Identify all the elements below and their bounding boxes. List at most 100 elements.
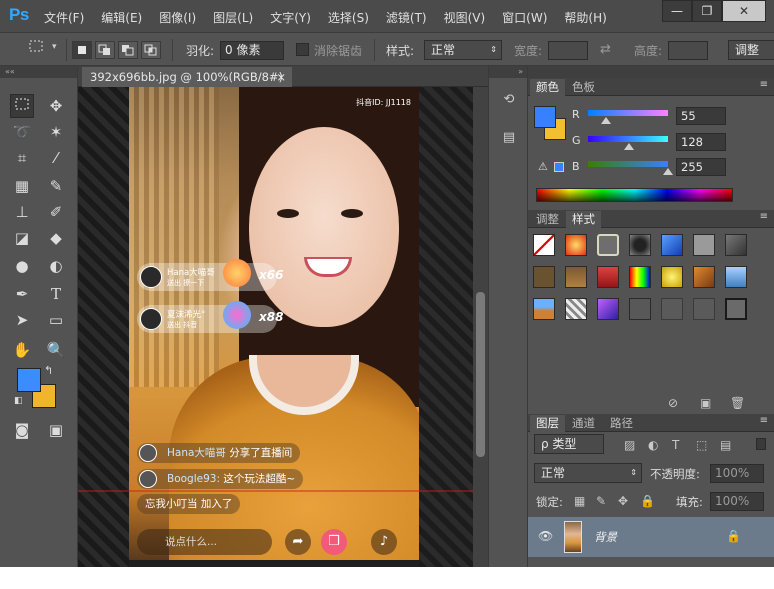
strip-collapse-icon[interactable]: » [489, 66, 527, 78]
tab-close-icon[interactable]: × [276, 67, 286, 87]
lock-transparency-icon[interactable]: ▦ [574, 494, 585, 508]
r-slider[interactable] [588, 110, 668, 116]
foreground-color-swatch[interactable] [17, 368, 41, 392]
screen-mode-icon[interactable]: ▣ [44, 418, 68, 442]
style-select[interactable]: 正常 ⇕ [424, 40, 502, 60]
add-selection-mode-button[interactable] [95, 41, 115, 59]
menu-view[interactable]: 视图(V) [444, 9, 486, 26]
style-swatch[interactable] [661, 266, 683, 288]
g-slider[interactable] [588, 136, 668, 142]
b-value-input[interactable]: 255 [676, 158, 726, 176]
lock-all-icon[interactable]: 🔒 [640, 494, 655, 508]
new-style-icon[interactable]: ▣ [700, 396, 711, 410]
g-value-input[interactable]: 128 [676, 133, 726, 151]
layer-row-background[interactable]: 👁 背景 🔒 [528, 517, 774, 557]
style-swatch[interactable] [533, 266, 555, 288]
antialias-checkbox[interactable] [296, 43, 309, 56]
menu-filter[interactable]: 滤镜(T) [386, 9, 427, 26]
b-slider-knob[interactable] [663, 168, 673, 175]
zoom-tool-icon[interactable]: 🔍 [44, 338, 68, 362]
restore-button[interactable]: ❐ [692, 0, 722, 22]
filter-type-icon[interactable]: T [672, 438, 679, 452]
crop-tool-icon[interactable]: ⌗ [10, 146, 34, 170]
tab-styles[interactable]: 样式 [566, 211, 601, 228]
blend-mode-select[interactable]: 正常 ⇕ [534, 463, 642, 483]
opacity-input[interactable]: 100% [710, 464, 764, 483]
close-button[interactable]: ✕ [722, 0, 766, 22]
eyedropper-tool-icon[interactable]: ⁄ [44, 146, 68, 170]
refine-edge-button[interactable]: 调整 [728, 40, 774, 60]
menu-window[interactable]: 窗口(W) [502, 9, 547, 26]
visibility-eye-icon[interactable]: 👁 [538, 529, 553, 543]
swap-dimensions-icon[interactable]: ⇄ [600, 42, 611, 57]
height-input[interactable] [668, 41, 708, 60]
style-swatch[interactable] [661, 298, 683, 320]
default-colors-icon[interactable]: ◧ [14, 396, 23, 406]
canvas-area[interactable]: 抖音ID: JJ1118 Hana大喵哥 送出 撩一下 x66 夏沫浠光° 送出… [78, 87, 473, 567]
delete-style-icon[interactable]: 🗑 [730, 396, 745, 410]
subtract-selection-mode-button[interactable] [118, 41, 138, 59]
style-swatch[interactable] [565, 266, 587, 288]
r-slider-knob[interactable] [601, 117, 611, 124]
gamut-color-swatch[interactable] [554, 162, 564, 172]
style-swatch[interactable] [629, 266, 651, 288]
color-panel-fg-swatch[interactable] [534, 106, 556, 128]
swap-colors-icon[interactable]: ↰ [44, 364, 53, 377]
filter-toggle[interactable] [756, 438, 766, 450]
style-swatch[interactable] [725, 266, 747, 288]
filter-pixel-icon[interactable]: ▨ [624, 438, 635, 452]
tab-paths[interactable]: 路径 [604, 415, 639, 432]
filter-shape-icon[interactable]: ⬚ [696, 438, 707, 452]
panel-menu-icon[interactable]: ≡ [760, 211, 768, 222]
style-swatch[interactable] [597, 298, 619, 320]
new-selection-mode-button[interactable] [72, 41, 92, 59]
lasso-tool-icon[interactable]: ➰ [10, 120, 34, 144]
style-swatch[interactable] [693, 234, 715, 256]
marquee-preset-icon[interactable] [24, 37, 48, 61]
dodge-tool-icon[interactable]: ◐ [44, 254, 68, 278]
style-swatch[interactable] [629, 298, 651, 320]
style-swatch[interactable] [533, 298, 555, 320]
style-swatch[interactable] [725, 298, 747, 320]
path-selection-tool-icon[interactable]: ➤ [10, 308, 34, 332]
eraser-tool-icon[interactable]: ◪ [10, 226, 34, 250]
paint-bucket-tool-icon[interactable]: ◆ [44, 226, 68, 250]
rectangle-shape-tool-icon[interactable]: ▭ [44, 308, 68, 332]
style-swatch[interactable] [661, 234, 683, 256]
clear-style-icon[interactable]: ⊘ [668, 396, 678, 410]
history-brush-tool-icon[interactable]: ✐ [44, 200, 68, 224]
pen-tool-icon[interactable]: ✒ [10, 282, 34, 306]
magic-wand-tool-icon[interactable]: ✶ [44, 120, 68, 144]
filter-adjustment-icon[interactable]: ◐ [648, 438, 658, 452]
layer-filter-select[interactable]: ρ 类型 [534, 434, 604, 454]
menu-select[interactable]: 选择(S) [328, 9, 369, 26]
brush-tool-icon[interactable]: ✎ [44, 174, 68, 198]
document-tab[interactable]: 392x696bb.jpg @ 100%(RGB/8#) × [82, 67, 292, 87]
layer-name[interactable]: 背景 [594, 529, 617, 545]
vertical-scrollbar[interactable] [473, 87, 488, 567]
feather-input[interactable]: 0 像素 [220, 41, 284, 60]
style-swatch[interactable] [565, 234, 587, 256]
intersect-selection-mode-button[interactable] [141, 41, 161, 59]
tab-adjustments[interactable]: 调整 [530, 211, 565, 228]
style-swatch[interactable] [629, 234, 651, 256]
chevron-down-icon[interactable]: ▾ [52, 42, 57, 52]
r-value-input[interactable]: 55 [676, 107, 726, 125]
move-tool-icon[interactable]: ✥ [44, 94, 68, 118]
style-swatch-none[interactable] [533, 234, 555, 256]
rectangular-marquee-tool-icon[interactable] [10, 94, 34, 118]
style-swatch[interactable] [693, 266, 715, 288]
properties-panel-icon[interactable]: ▤ [499, 130, 519, 150]
g-slider-knob[interactable] [624, 143, 634, 150]
filter-smart-object-icon[interactable]: ▤ [720, 438, 731, 452]
blur-tool-icon[interactable]: ● [10, 254, 34, 278]
healing-brush-tool-icon[interactable]: ▦ [10, 174, 34, 198]
clone-stamp-tool-icon[interactable]: ⊥ [10, 200, 34, 224]
type-tool-icon[interactable]: T [44, 282, 68, 306]
style-swatch[interactable] [597, 266, 619, 288]
menu-type[interactable]: 文字(Y) [270, 9, 311, 26]
tab-layers[interactable]: 图层 [530, 415, 565, 432]
style-swatch[interactable] [693, 298, 715, 320]
menu-edit[interactable]: 编辑(E) [101, 9, 142, 26]
style-swatch[interactable] [597, 234, 619, 256]
